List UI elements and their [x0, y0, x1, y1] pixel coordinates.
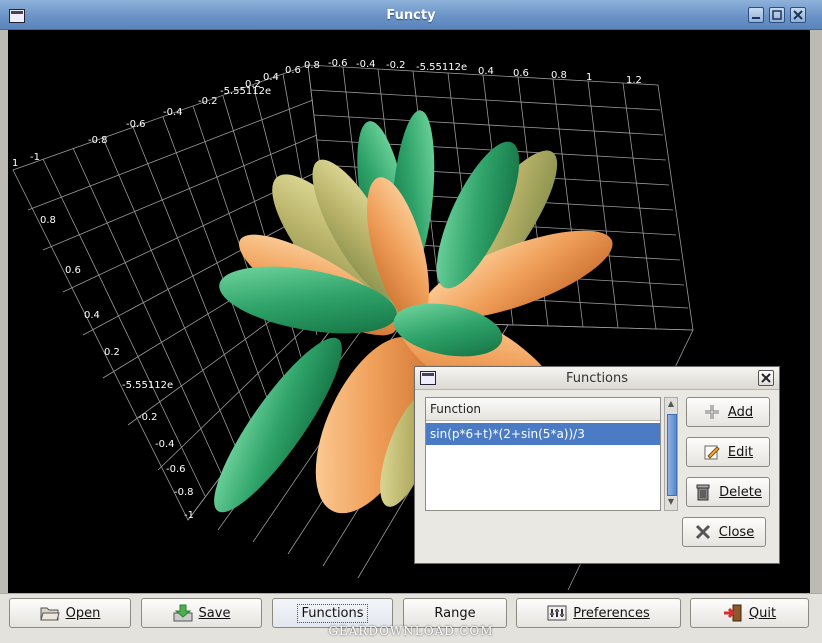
preferences-icon: [547, 605, 567, 621]
open-label: Open: [65, 605, 101, 621]
svg-text:-0.6: -0.6: [166, 464, 186, 475]
svg-text:0.2: 0.2: [104, 347, 120, 358]
maximize-button[interactable]: [769, 7, 785, 23]
range-label: Range: [434, 605, 476, 621]
svg-text:-5.55112e: -5.55112e: [416, 62, 467, 73]
svg-text:-0.4: -0.4: [163, 107, 183, 118]
svg-text:0.6: 0.6: [65, 265, 81, 276]
folder-open-icon: [39, 607, 60, 621]
functions-dialog: Functions Function sin(p*6+t)*(2+sin(5*a…: [414, 366, 780, 564]
svg-text:0.8: 0.8: [304, 60, 320, 71]
svg-text:1: 1: [586, 72, 592, 83]
preferences-label: Preferences: [573, 605, 650, 621]
exit-door-icon: [723, 604, 742, 622]
dialog-title: Functions: [565, 371, 629, 386]
quit-label: Quit: [748, 605, 777, 621]
svg-text:1.2: 1.2: [626, 75, 642, 86]
list-item[interactable]: sin(p*6+t)*(2+sin(5*a))/3: [426, 423, 660, 445]
svg-text:-0.6: -0.6: [126, 119, 146, 130]
close-label: Close: [718, 524, 755, 540]
trash-icon: [696, 484, 710, 501]
svg-text:-0.4: -0.4: [356, 59, 376, 70]
svg-text:0.6: 0.6: [513, 68, 529, 79]
close-x-icon: [695, 524, 710, 540]
svg-text:0.4: 0.4: [263, 72, 279, 83]
svg-text:-0.8: -0.8: [88, 135, 108, 146]
svg-text:-0.8: -0.8: [174, 487, 194, 498]
edit-label: Edit: [727, 444, 754, 460]
edit-button[interactable]: Edit: [686, 437, 770, 467]
minimize-button[interactable]: [748, 7, 764, 23]
delete-button[interactable]: Delete: [686, 477, 770, 507]
svg-text:-5.55112e: -5.55112e: [220, 86, 271, 97]
svg-text:-0.4: -0.4: [155, 439, 175, 450]
svg-text:-1: -1: [184, 510, 194, 521]
delete-label: Delete: [719, 484, 762, 500]
edit-pencil-icon: [704, 445, 720, 460]
save-download-icon: [173, 604, 193, 622]
title-bar[interactable]: Functy: [0, 0, 822, 30]
functions-label: Functions: [297, 603, 368, 623]
add-button[interactable]: Add: [686, 397, 770, 427]
svg-text:-0.2: -0.2: [138, 412, 158, 423]
svg-text:-0.6: -0.6: [328, 58, 348, 69]
svg-text:-5.55112e: -5.55112e: [122, 380, 173, 391]
svg-text:0.6: 0.6: [285, 65, 301, 76]
save-label: Save: [198, 605, 231, 621]
close-dialog-button[interactable]: Close: [682, 517, 766, 547]
function-column-header[interactable]: Function: [426, 398, 660, 421]
svg-text:-0.2: -0.2: [386, 60, 406, 71]
scroll-thumb[interactable]: [667, 414, 677, 496]
plus-icon: [704, 405, 719, 419]
dialog-close-icon[interactable]: [758, 370, 774, 386]
svg-text:0.4: 0.4: [84, 310, 100, 321]
svg-text:0.8: 0.8: [551, 70, 567, 81]
close-window-button[interactable]: [790, 7, 806, 23]
svg-text:-0.2: -0.2: [198, 96, 218, 107]
function-list[interactable]: Function sin(p*6+t)*(2+sin(5*a))/3: [425, 397, 661, 511]
svg-text:-1: -1: [30, 152, 40, 163]
svg-text:0.8: 0.8: [40, 215, 56, 226]
add-label: Add: [727, 404, 754, 420]
axis-top-left-labels: 0.6 0.4 0.2 -5.55112e -0.2 -0.4 -0.6 -0.…: [12, 65, 301, 169]
window-title: Functy: [386, 8, 436, 23]
list-scrollbar[interactable]: ▲ ▼: [664, 397, 678, 511]
svg-text:1: 1: [12, 158, 18, 169]
svg-text:0.4: 0.4: [478, 66, 494, 77]
watermark: GEARDOWNLOAD.COM: [328, 624, 494, 638]
dialog-title-bar[interactable]: Functions: [415, 367, 779, 390]
scroll-down-icon[interactable]: ▼: [666, 497, 676, 509]
axis-left-labels: 0.8 0.6 0.4 0.2 -5.55112e -0.2 -0.4 -0.6…: [40, 215, 194, 521]
scroll-up-icon[interactable]: ▲: [666, 399, 676, 411]
axis-top-labels: 0.8 -0.6 -0.4 -0.2 -5.55112e 0.4 0.6 0.8…: [304, 58, 642, 86]
